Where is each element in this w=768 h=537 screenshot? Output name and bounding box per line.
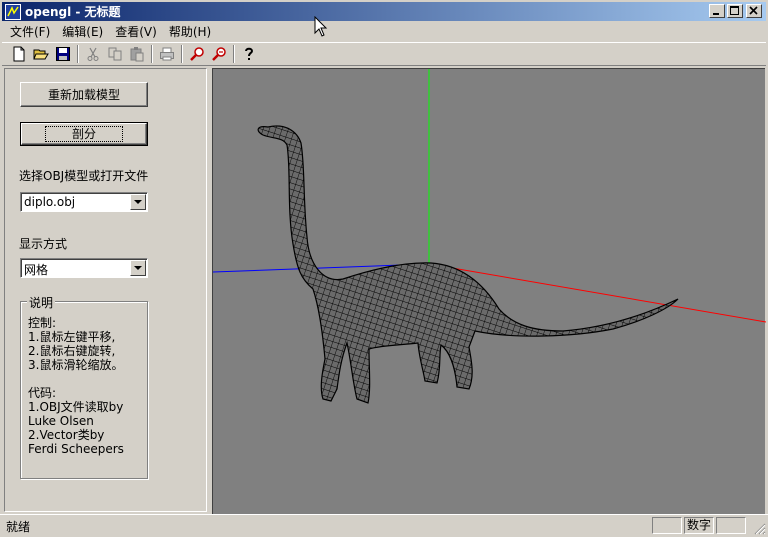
model-select-value: diplo.obj [24,195,76,209]
reload-model-label: 重新加载模型 [47,88,120,102]
reload-model-button[interactable]: 重新加载模型 [20,82,148,107]
resize-grip-icon[interactable] [754,523,766,535]
split-button[interactable]: 剖分 [20,122,148,146]
status-bar: 就绪 数字 [0,514,768,537]
help-icon [245,47,254,60]
status-pane-scroll [716,517,746,534]
model-select[interactable]: diplo.obj [20,192,148,212]
display-mode-value: 网格 [24,263,49,277]
model-dropdown-button[interactable] [130,194,146,210]
window-title: opengl - 无标题 [25,5,121,19]
toolbar-separator [77,45,79,63]
menu-help[interactable]: 帮助(H) [163,23,217,40]
display-dropdown-button[interactable] [130,260,146,276]
display-mode-label: 显示方式 [19,237,68,251]
help-button[interactable] [238,43,260,65]
cut-button[interactable] [82,43,104,65]
status-pane-caps [652,517,682,534]
scene-canvas[interactable] [212,69,767,515]
chevron-down-icon [134,266,142,270]
menu-file[interactable]: 文件(F) [2,23,56,40]
menu-view[interactable]: 查看(V) [109,23,163,40]
cut-icon [87,47,99,61]
toolbar [2,42,766,66]
toolbar-separator [151,45,153,63]
zoom-out-button[interactable] [208,43,230,65]
title-bar[interactable]: opengl - 无标题 [2,2,766,21]
paste-icon [130,47,144,62]
save-button[interactable] [52,43,74,65]
toolbar-separator [233,45,235,63]
maximize-icon [730,6,739,15]
model-select-label: 选择OBJ模型或打开文件 [19,169,149,183]
close-icon [749,6,758,15]
copy-icon [108,47,122,61]
maximize-button[interactable] [727,4,743,18]
display-mode-select[interactable]: 网格 [20,258,148,278]
menu-edit[interactable]: 编辑(E) [56,23,109,40]
info-groupbox: 说明 控制: 1.鼠标左键平移, 2.鼠标右键旋转, 3.鼠标滑轮缩放。 代码:… [20,294,148,479]
zoom-in-icon [190,47,204,61]
print-button[interactable] [156,43,178,65]
new-button[interactable] [8,43,30,65]
open-button[interactable] [30,43,52,65]
open-folder-icon [33,49,49,60]
print-icon [160,47,174,61]
zoom-out-icon [212,47,226,61]
app-icon[interactable] [5,3,21,20]
paste-button[interactable] [126,43,148,65]
mouse-cursor-icon [314,16,328,37]
close-button[interactable] [746,4,762,18]
save-icon [56,47,70,61]
minimize-icon [713,13,719,15]
control-panel: 重新加载模型 剖分 选择OBJ模型或打开文件 diplo.obj 显示方式 网格… [4,68,207,512]
status-text: 就绪 [6,520,31,534]
info-title: 说明 [27,294,56,311]
split-label: 剖分 [44,126,123,142]
status-pane-num: 数字 [684,517,714,534]
chevron-down-icon [134,200,142,204]
toolbar-separator [181,45,183,63]
new-file-icon [13,46,25,62]
dinosaur-mesh [257,125,679,404]
minimize-button[interactable] [709,4,725,18]
info-text: 控制: 1.鼠标左键平移, 2.鼠标右键旋转, 3.鼠标滑轮缩放。 代码: 1.… [28,316,124,456]
app-window: opengl - 无标题 文件(F) 编辑(E) 查看(V) 帮助(H) 重新加… [0,0,768,537]
menu-bar: 文件(F) 编辑(E) 查看(V) 帮助(H) [2,22,217,41]
zoom-in-button[interactable] [186,43,208,65]
opengl-viewport[interactable] [212,68,767,515]
copy-button[interactable] [104,43,126,65]
